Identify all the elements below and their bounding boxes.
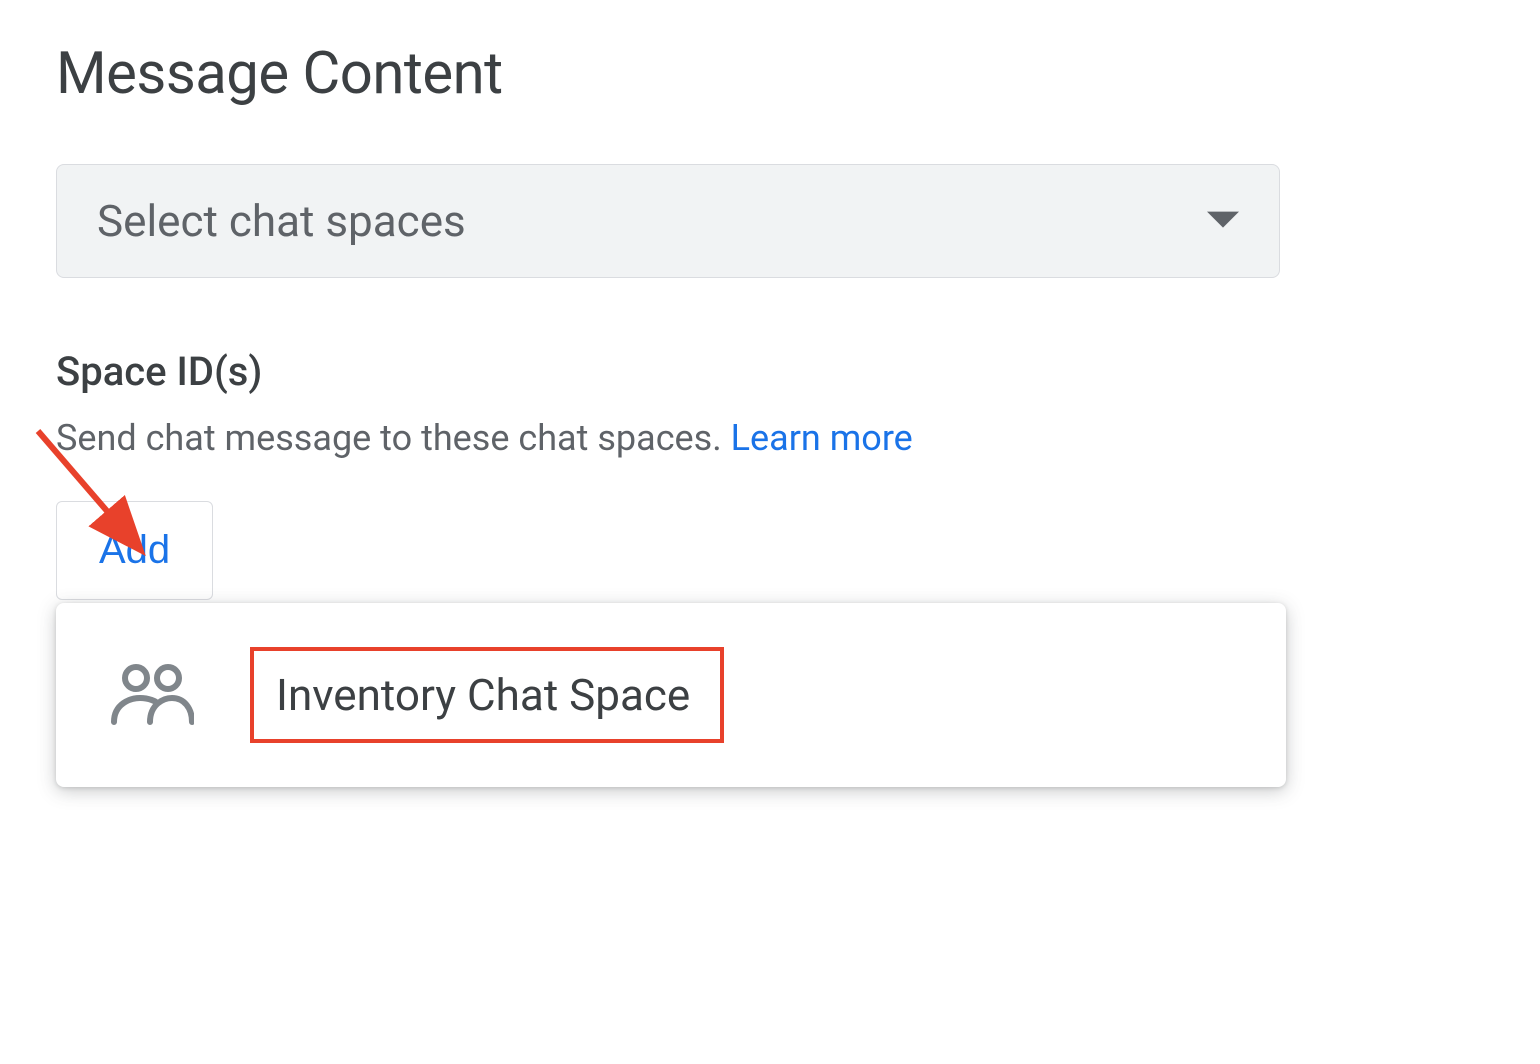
chevron-down-icon: [1207, 211, 1239, 231]
select-label: Select chat spaces: [97, 195, 466, 247]
select-chat-spaces-dropdown[interactable]: Select chat spaces: [56, 164, 1280, 278]
annotation-highlight-box: Inventory Chat Space: [250, 647, 724, 743]
people-icon: [110, 664, 194, 726]
add-button-wrapper: Add: [56, 501, 1484, 600]
space-ids-heading: Space ID(s): [56, 348, 1484, 395]
add-button[interactable]: Add: [56, 501, 213, 600]
page-title: Message Content: [56, 40, 1484, 108]
chat-space-option-label: Inventory Chat Space: [276, 669, 690, 721]
help-text: Send chat message to these chat spaces.: [56, 417, 731, 459]
space-ids-help: Send chat message to these chat spaces. …: [56, 417, 1484, 459]
space-ids-section: Space ID(s) Send chat message to these c…: [56, 348, 1484, 787]
chat-space-option[interactable]: Inventory Chat Space: [56, 603, 1286, 787]
learn-more-link[interactable]: Learn more: [731, 417, 913, 459]
